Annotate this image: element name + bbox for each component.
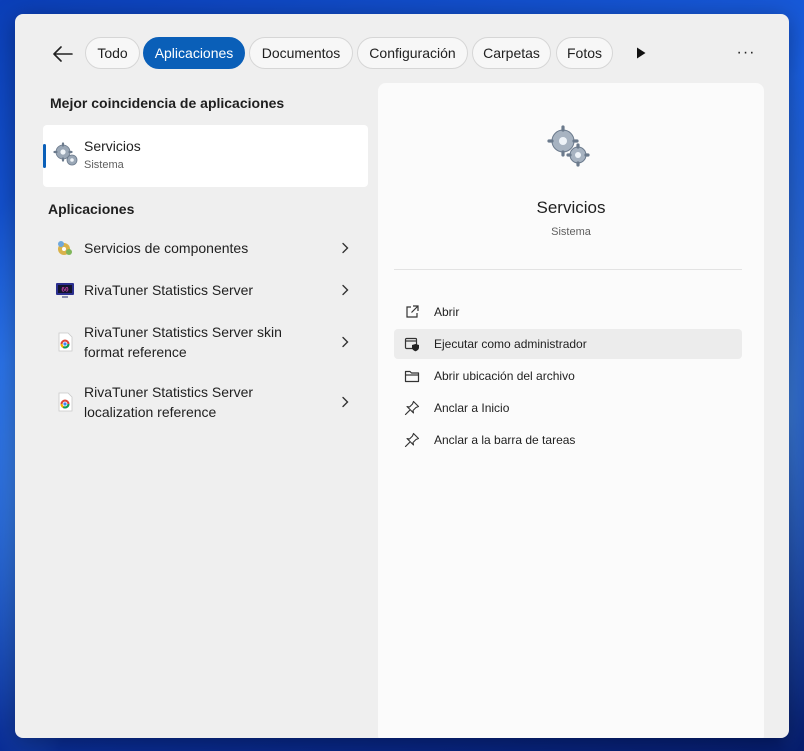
app-item-rivatuner-skin-reference[interactable]: RivaTuner Statistics Server skin format … [43,320,368,364]
chrome-document-icon [58,392,73,412]
gears-icon [53,142,78,166]
app-item-rivatuner-localization-reference[interactable]: RivaTuner Statistics Server localization… [43,380,368,424]
filter-chip-todo[interactable]: Todo [85,37,140,69]
chevron-right-icon [342,396,349,408]
action-abrir[interactable]: Abrir [394,297,742,327]
rivatuner-icon: 60 [56,283,74,298]
action-label: Ejecutar como administrador [434,337,587,351]
chrome-document-icon [58,332,73,352]
open-external-icon [406,305,419,318]
more-filters-button[interactable] [631,43,651,63]
app-item-label: RivaTuner Statistics Server localization… [84,384,254,420]
app-item-label: Servicios de componentes [84,240,249,256]
app-item-servicios-componentes[interactable]: Servicios de componentes [43,236,368,260]
more-options-button[interactable]: ··· [733,41,759,65]
svg-text:60: 60 [61,287,69,294]
action-label: Anclar a Inicio [434,401,510,415]
filter-chip-aplicaciones[interactable]: Aplicaciones [143,37,245,69]
best-match-subtitle: Sistema [84,159,124,171]
detail-subtitle: Sistema [551,226,591,238]
filter-bar: Todo Aplicaciones Documentos Configuraci… [15,14,789,84]
back-button[interactable] [49,40,77,68]
app-item-rivatuner[interactable]: 60 RivaTuner Statistics Server [43,278,368,302]
filter-chip-configuracion[interactable]: Configuración [357,37,468,69]
best-match-name: Servicios [84,138,141,154]
component-services-icon [58,241,72,255]
best-match-result[interactable]: Servicios Sistema [43,125,368,187]
action-ejecutar-admin[interactable]: Ejecutar como administrador [394,329,742,359]
filter-chip-documentos[interactable]: Documentos [249,37,353,69]
action-label: Abrir ubicación del archivo [434,369,575,383]
action-label: Abrir [434,305,460,319]
action-label: Anclar a la barra de tareas [434,433,576,447]
divider [394,269,742,270]
chevron-right-icon [342,242,349,254]
play-icon [637,47,646,59]
chevron-right-icon [342,336,349,348]
chevron-right-icon [342,284,349,296]
admin-shield-icon [404,337,419,352]
action-abrir-ubicacion[interactable]: Abrir ubicación del archivo [394,361,742,391]
detail-pane: Servicios Sistema Abrir Ejecutar como ad… [378,83,764,738]
search-panel: Todo Aplicaciones Documentos Configuraci… [15,14,789,738]
detail-title: Servicios [536,198,606,217]
gears-icon [547,125,590,167]
app-item-label: RivaTuner Statistics Server skin format … [84,324,282,360]
selection-indicator [43,144,46,168]
pin-icon [404,432,420,448]
filter-chip-carpetas[interactable]: Carpetas [472,37,551,69]
filter-chip-fotos[interactable]: Fotos [556,37,613,69]
folder-icon [404,370,420,383]
apps-heading: Aplicaciones [48,201,135,217]
app-item-label: RivaTuner Statistics Server [84,282,254,298]
back-arrow-icon [53,46,73,62]
action-anclar-barra-tareas[interactable]: Anclar a la barra de tareas [394,425,742,455]
action-anclar-inicio[interactable]: Anclar a Inicio [394,393,742,423]
pin-icon [404,400,420,416]
best-match-heading: Mejor coincidencia de aplicaciones [50,95,285,111]
